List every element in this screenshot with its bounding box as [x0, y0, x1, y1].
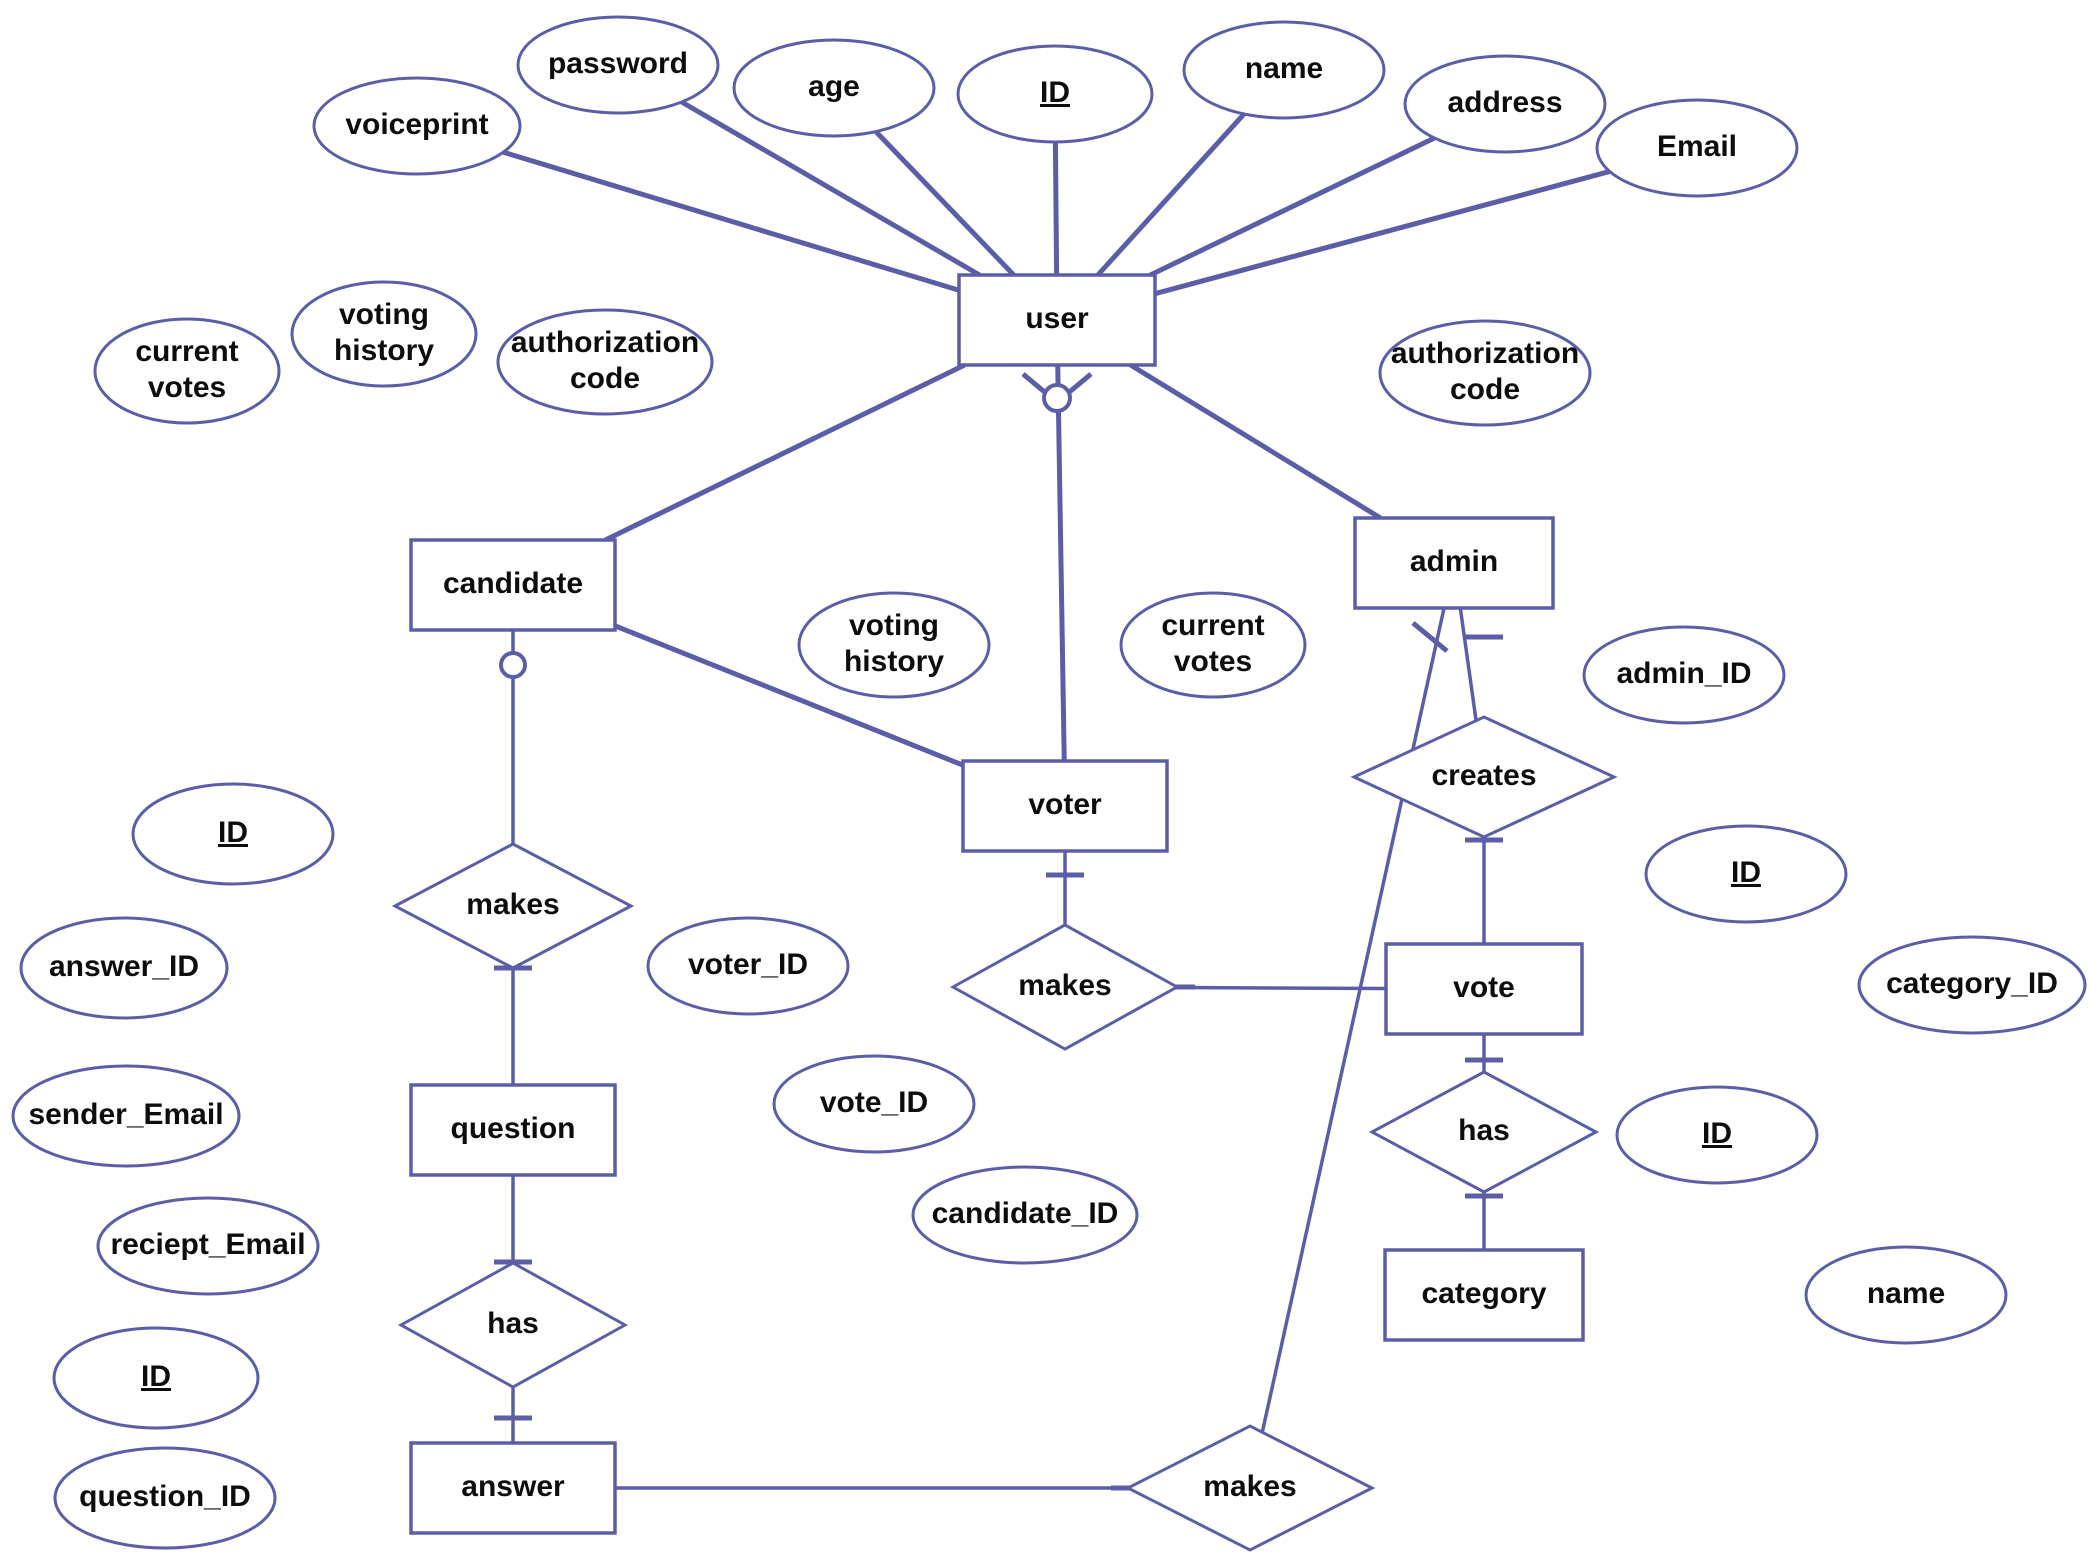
relationship-diamond — [1124, 1424, 1376, 1552]
attribute-ellipse — [732, 38, 936, 138]
cardinality-marks-layer — [494, 372, 1503, 1491]
attribute-ellipse — [11, 1064, 241, 1168]
attribute-user_address[interactable]: address — [1403, 54, 1607, 154]
attribute-mv_voter_id[interactable]: voter_ID — [646, 916, 850, 1016]
connection-c-makes-vote — [1176, 985, 1387, 991]
relationship-makes_candidate_question[interactable]: makes — [391, 842, 635, 970]
entity-question[interactable]: question — [409, 1083, 617, 1177]
relationship-diamond — [949, 923, 1181, 1051]
relationship-has_question_answer[interactable]: has — [397, 1261, 629, 1389]
relationship-diamond — [1368, 1070, 1600, 1194]
entity-box — [409, 1441, 617, 1535]
attribute-user_age[interactable]: age — [732, 38, 936, 138]
attribute-ellipse — [312, 76, 522, 176]
attribute-vote_id[interactable]: ID — [1644, 824, 1848, 924]
attribute-mv_candidate_id[interactable]: candidate_ID — [911, 1165, 1139, 1265]
entity-box — [1353, 516, 1555, 610]
er-diagram-canvas: user candidate voter admin question answer vot… — [0, 0, 2090, 1566]
attribute-user_password[interactable]: password — [516, 15, 720, 115]
attribute-ellipse — [1182, 20, 1386, 120]
attribute-q_answer_id[interactable]: answer_ID — [19, 916, 229, 1020]
attribute-ellipse — [131, 782, 335, 886]
connection-c-admin-creates — [1458, 607, 1478, 721]
attribute-q_sender_email[interactable]: sender_Email — [11, 1064, 241, 1168]
attribute-ellipse — [1804, 1245, 2008, 1345]
attribute-cat_id[interactable]: ID — [1615, 1085, 1819, 1185]
attribute-ellipse — [516, 15, 720, 115]
entity-box — [961, 759, 1169, 853]
attribute-ellipse — [496, 308, 714, 416]
attribute-ellipse — [53, 1446, 277, 1550]
attribute-ellipse — [646, 916, 850, 1016]
entity-user[interactable]: user — [957, 273, 1157, 367]
entity-box — [1383, 1248, 1585, 1342]
attribute-user_name[interactable]: name — [1182, 20, 1386, 120]
attribute-ellipse — [1403, 54, 1607, 154]
attribute-cat_name[interactable]: name — [1804, 1245, 2008, 1345]
attribute-voter_current_votes[interactable]: current votes — [1119, 591, 1307, 699]
attribute-voter_voting_history[interactable]: voting history — [797, 591, 991, 699]
relationship-has_vote_category[interactable]: has — [1368, 1070, 1600, 1194]
entity-category[interactable]: category — [1383, 1248, 1585, 1342]
attribute-ellipse — [797, 591, 991, 699]
attribute-a_id[interactable]: ID — [52, 1326, 260, 1430]
connection-c-user-id — [1052, 141, 1060, 276]
attribute-ellipse — [1378, 319, 1592, 427]
attribute-vote_category_id[interactable]: category_ID — [1857, 935, 2087, 1035]
attribute-ellipse — [1582, 625, 1786, 725]
attribute-ellipse — [19, 916, 229, 1020]
entity-answer[interactable]: answer — [409, 1441, 617, 1535]
entity-candidate[interactable]: candidate — [409, 538, 617, 632]
attribute-q_id[interactable]: ID — [131, 782, 335, 886]
connection-c-user-admin — [1129, 362, 1382, 521]
relationship-makes_voter_vote[interactable]: makes — [949, 923, 1181, 1051]
attribute-a_question_id[interactable]: question_ID — [53, 1446, 277, 1550]
entity-voter[interactable]: voter — [961, 759, 1169, 853]
attribute-cand_voting_history[interactable]: voting history — [290, 280, 478, 388]
cardinality-zero-one — [499, 651, 527, 679]
attribute-user_email[interactable]: Email — [1595, 98, 1799, 198]
attribute-ellipse — [1615, 1085, 1819, 1185]
attribute-ellipse — [1119, 591, 1307, 699]
attribute-user_id[interactable]: ID — [956, 44, 1154, 144]
nodes-layer: user candidate voter admin question answer vot… — [11, 15, 2087, 1552]
entity-box — [1384, 942, 1584, 1036]
attribute-ellipse — [911, 1165, 1139, 1265]
attribute-ellipse — [1857, 935, 2087, 1035]
attribute-ellipse — [772, 1054, 976, 1154]
attribute-ellipse — [290, 280, 478, 388]
attribute-ellipse — [956, 44, 1154, 144]
attribute-cand_current_votes[interactable]: current votes — [93, 317, 281, 425]
relationship-makes_admin_answer[interactable]: makes — [1124, 1424, 1376, 1552]
attribute-ellipse — [1644, 824, 1848, 924]
relationship-creates_admin_vote[interactable]: creates — [1350, 715, 1618, 839]
attribute-cr_admin_id[interactable]: admin_ID — [1582, 625, 1786, 725]
attribute-cand_auth_code[interactable]: authorization code — [496, 308, 714, 416]
attribute-ellipse — [52, 1326, 260, 1430]
attribute-user_voiceprint[interactable]: voiceprint — [312, 76, 522, 176]
connection-c-user-voter — [1055, 364, 1067, 762]
connection-c-user-name — [1096, 112, 1246, 277]
entity-vote[interactable]: vote — [1384, 942, 1584, 1036]
entity-box — [409, 1083, 617, 1177]
attribute-a_reciept_email[interactable]: reciept_Email — [96, 1196, 320, 1296]
attribute-ellipse — [1595, 98, 1799, 198]
attribute-admin_auth_code[interactable]: authorization code — [1378, 319, 1592, 427]
entity-box — [409, 538, 617, 632]
attribute-mv_vote_id[interactable]: vote_ID — [772, 1054, 976, 1154]
entity-admin[interactable]: admin — [1353, 516, 1555, 610]
relationship-diamond — [391, 842, 635, 970]
attribute-ellipse — [93, 317, 281, 425]
relationship-diamond — [397, 1261, 629, 1389]
connection-c-user-email — [1154, 169, 1611, 297]
cardinality-many-cross — [1411, 621, 1449, 653]
attribute-ellipse — [96, 1196, 320, 1296]
entity-box — [957, 273, 1157, 367]
relationship-diamond — [1350, 715, 1618, 839]
